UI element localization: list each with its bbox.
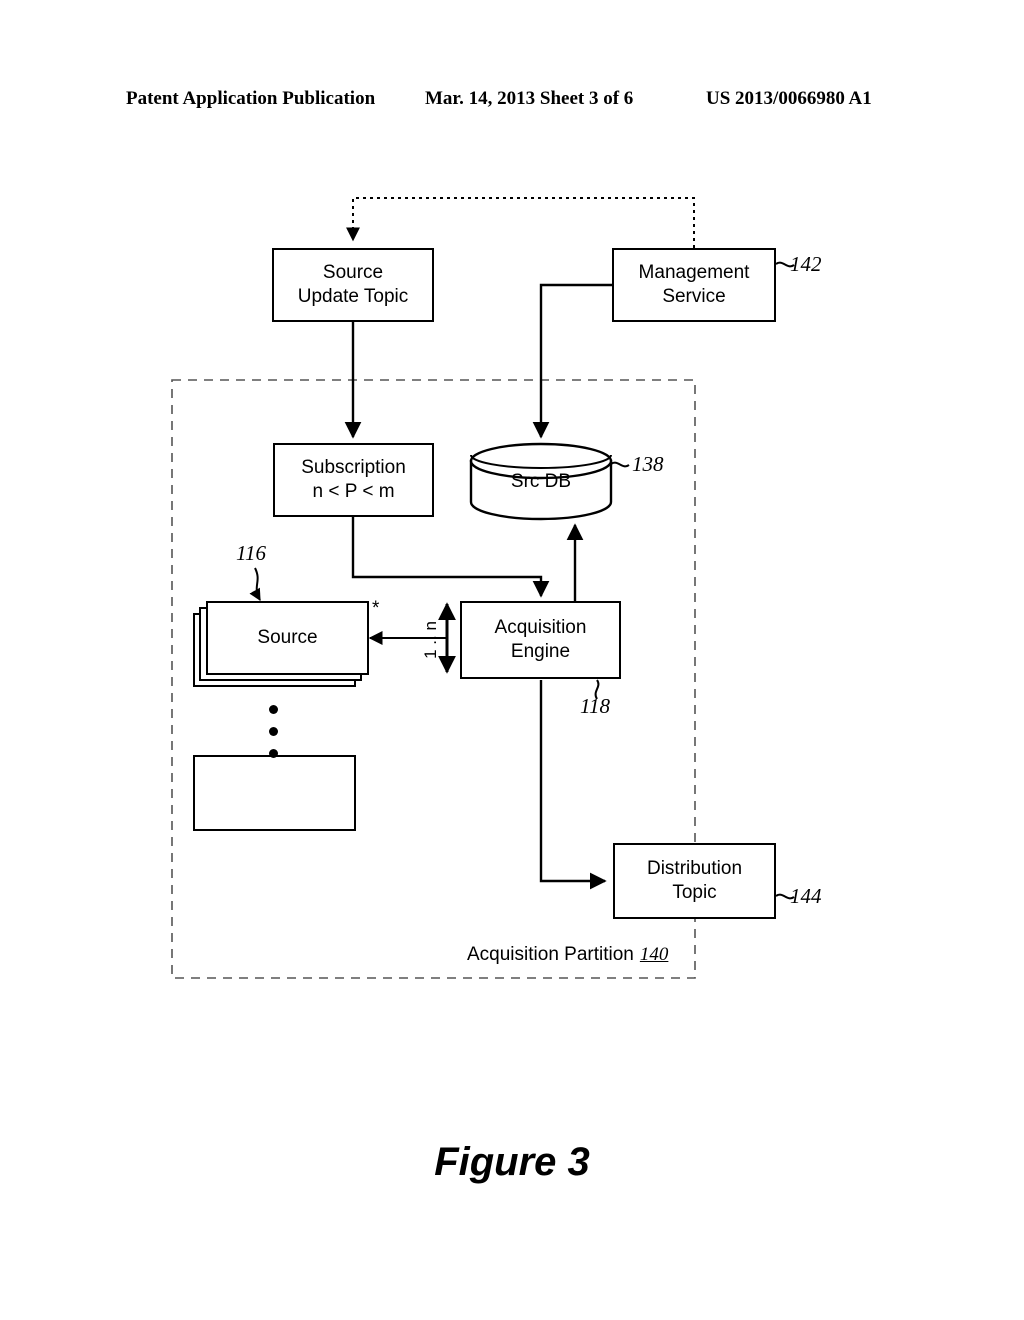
ref-118: 118 bbox=[580, 694, 610, 718]
source-stack-ellipsis bbox=[269, 705, 278, 771]
node-subscription-line1: Subscription bbox=[301, 456, 406, 478]
ref-142: 142 bbox=[790, 252, 822, 276]
node-src-db-label: Src DB bbox=[510, 471, 572, 492]
node-management-service-line2: Service bbox=[662, 286, 726, 307]
node-source-update-topic-line1: Source bbox=[322, 261, 384, 283]
connector-management-to-source-update-topic bbox=[346, 197, 695, 248]
ref-116: 116 bbox=[236, 541, 266, 565]
node-distribution-topic-line1: Distribution bbox=[646, 857, 743, 879]
node-acquisition-engine-line1: Acquisition bbox=[494, 616, 587, 638]
node-management-service-line1: Management bbox=[638, 261, 750, 283]
ref-138: 138 bbox=[632, 452, 664, 476]
node-subscription-line2: n < P < m bbox=[312, 481, 395, 502]
node-source[interactable]: Source bbox=[206, 601, 369, 675]
node-source-update-topic-line2: Update Topic bbox=[297, 286, 409, 307]
node-distribution-topic[interactable]: Distribution Topic bbox=[613, 843, 776, 919]
node-src-db[interactable]: Src DB bbox=[471, 445, 611, 519]
node-management-service[interactable]: Management Service bbox=[612, 248, 776, 322]
figure-caption: Figure 3 bbox=[434, 1140, 590, 1184]
leader-line-138 bbox=[610, 461, 630, 468]
acquisition-partition-caption: Acquisition Partition 140 bbox=[467, 944, 668, 966]
connector-subscription-to-acquisition-engine bbox=[351, 517, 550, 598]
figure-diagram: Source Update Topic Management Service 1… bbox=[0, 0, 1024, 1320]
partition-ref: 140 bbox=[639, 944, 669, 965]
connector-management-service-to-src-db bbox=[532, 283, 612, 439]
ref-144: 144 bbox=[790, 884, 822, 908]
leader-line-116 bbox=[249, 567, 261, 602]
engine-multiplicity-range: 1 .. n bbox=[421, 621, 440, 659]
node-acquisition-engine[interactable]: Acquisition Engine bbox=[460, 601, 621, 679]
node-source-update-topic[interactable]: Source Update Topic bbox=[272, 248, 434, 322]
source-multiplicity-star: * bbox=[372, 598, 380, 619]
node-subscription[interactable]: Subscription n < P < m bbox=[273, 443, 434, 517]
partition-label: Acquisition Partition bbox=[467, 944, 634, 965]
node-acquisition-engine-line2: Engine bbox=[510, 641, 571, 662]
patent-figure-page: Patent Application Publication Mar. 14, … bbox=[0, 0, 1024, 1320]
node-distribution-topic-line2: Topic bbox=[672, 882, 717, 903]
node-source-label: Source bbox=[257, 626, 318, 648]
